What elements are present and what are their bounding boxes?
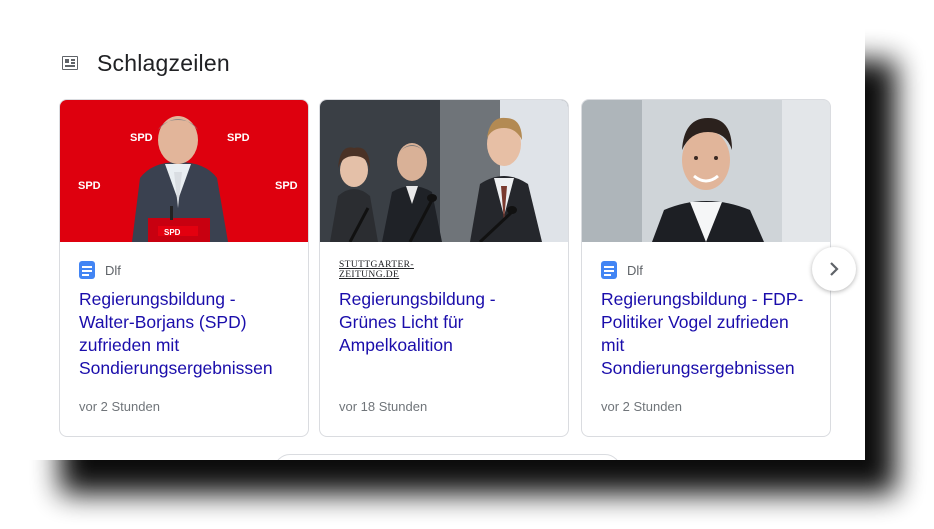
news-time: vor 2 Stunden <box>601 399 682 414</box>
newspaper-icon <box>62 56 78 70</box>
news-headline-link[interactable]: Regierungsbildung - Walter-Borjans (SPD)… <box>79 288 294 380</box>
chevron-right-icon <box>830 262 839 276</box>
document-favicon-icon <box>79 261 95 279</box>
svg-text:SPD: SPD <box>130 132 153 144</box>
news-time: vor 18 Stunden <box>339 399 428 414</box>
next-button[interactable] <box>812 247 856 291</box>
more-news-button[interactable] <box>274 454 621 460</box>
source-name: Dlf <box>105 262 121 278</box>
stuttgarter-zeitung-logo: STUTTGARTER- ZEITUNG.DE <box>339 260 414 280</box>
news-source: STUTTGARTER- ZEITUNG.DE <box>339 260 414 280</box>
section-title: Schlagzeilen <box>97 50 230 76</box>
news-card[interactable]: Dlf Regierungsbildung - FDP-Politiker Vo… <box>581 99 831 437</box>
source-name: Dlf <box>627 262 643 278</box>
news-thumbnail[interactable]: SPD SPD SPD SPD SPD <box>60 100 308 242</box>
svg-text:SPD: SPD <box>227 132 250 144</box>
news-thumbnail[interactable] <box>582 100 830 242</box>
news-thumbnail[interactable] <box>320 100 568 242</box>
section-header: Schlagzeilen <box>29 29 865 99</box>
svg-text:SPD: SPD <box>275 180 298 192</box>
news-headline-link[interactable]: Regierungsbildung - Grünes Licht für Amp… <box>339 288 554 357</box>
news-card[interactable]: STUTTGARTER- ZEITUNG.DE Regierungsbildun… <box>319 99 569 437</box>
spd-text: SPD <box>78 180 101 192</box>
svg-text:SPD: SPD <box>164 228 181 237</box>
news-source: Dlf <box>601 260 643 280</box>
news-headline-link[interactable]: Regierungsbildung - FDP-Politiker Vogel … <box>601 288 816 380</box>
top-stories-panel: Schlagzeilen SPD SPD SPD SPD SPD Dlf Reg… <box>29 29 865 460</box>
news-card[interactable]: SPD SPD SPD SPD SPD Dlf Regierungsbildun… <box>59 99 309 437</box>
document-favicon-icon <box>601 261 617 279</box>
news-source: Dlf <box>79 260 121 280</box>
news-time: vor 2 Stunden <box>79 399 160 414</box>
